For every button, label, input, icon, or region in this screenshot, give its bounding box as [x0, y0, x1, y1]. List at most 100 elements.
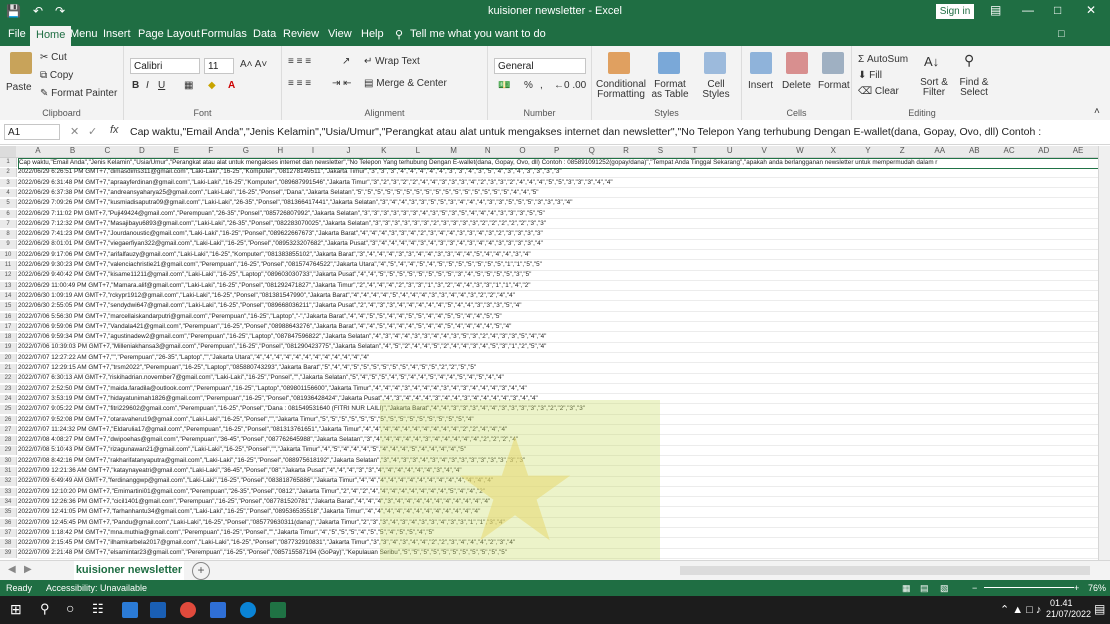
cell-a[interactable]: 2022/06/30 2:55:05 PM GMT+7,"sendydwi647…: [18, 302, 1098, 312]
cell-grid[interactable]: 1 Cap waktu,"Email Anda","Jenis Kelamin",…: [0, 158, 1098, 560]
copy-button[interactable]: ⧉ Copy: [40, 70, 73, 81]
cell-a[interactable]: 2022/07/08 8:42:16 PM GMT+7,"rakharifata…: [18, 457, 1098, 467]
merge-center-button[interactable]: ▤ Merge & Center: [364, 78, 447, 89]
comments-icon[interactable]: □: [1058, 28, 1065, 40]
cell-a[interactable]: 2022/07/09 2:21:48 PM GMT+7,"elsamintar2…: [18, 549, 1098, 559]
tab-menu[interactable]: Menu: [70, 28, 98, 40]
windows-start-icon[interactable]: ⊞: [10, 601, 22, 618]
column-header[interactable]: AE: [1073, 146, 1084, 155]
task-view-icon[interactable]: ☷: [92, 601, 104, 617]
delete-cells-button[interactable]: Delete: [782, 80, 811, 91]
column-header[interactable]: D: [139, 146, 145, 155]
sheet-tab[interactable]: kuisioner newsletter: [74, 561, 184, 582]
column-header[interactable]: C: [104, 146, 110, 155]
cell-a[interactable]: 2022/07/06 10:39:03 PM GMT+7,"Milleniakh…: [18, 343, 1098, 353]
column-header[interactable]: I: [312, 146, 314, 155]
row-number[interactable]: 37: [0, 528, 17, 538]
normal-view-icon[interactable]: ▦: [902, 580, 911, 596]
tab-page-layout[interactable]: Page Layout: [138, 28, 200, 40]
ribbon-display-icon[interactable]: ▤: [990, 3, 1001, 17]
cell-a[interactable]: 2022/06/29 7:41:23 PM GMT+7,"Jourdanoust…: [18, 230, 1098, 240]
font-color-icon[interactable]: A: [228, 80, 235, 91]
cell-a[interactable]: 2022/07/07 3:53:19 PM GMT+7,"hidayatunim…: [18, 395, 1098, 405]
row-number[interactable]: 36: [0, 518, 17, 528]
page-layout-view-icon[interactable]: ▤: [920, 580, 929, 596]
row-number[interactable]: 10: [0, 250, 17, 260]
row-number[interactable]: 33: [0, 487, 17, 497]
italic-button[interactable]: I: [146, 80, 149, 91]
row-number[interactable]: 29: [0, 446, 17, 455]
row-number[interactable]: 38: [0, 539, 17, 548]
vertical-scrollbar[interactable]: [1098, 146, 1110, 566]
clock-time[interactable]: 01.41: [1050, 598, 1073, 608]
column-header[interactable]: O: [519, 146, 525, 155]
minimize-icon[interactable]: —: [1022, 3, 1034, 17]
row-number[interactable]: 17: [0, 322, 17, 332]
cell-a[interactable]: 2022/07/09 12:45:45 PM GMT+7,"Pandu@gmai…: [18, 519, 1098, 529]
prev-sheet-icon[interactable]: ◀: [8, 564, 16, 575]
column-header[interactable]: X: [831, 146, 836, 155]
column-header[interactable]: W: [796, 146, 804, 155]
cancel-icon[interactable]: ✕: [70, 125, 79, 138]
cell-a[interactable]: 2022/07/06 5:56:30 PM GMT+7,"marcellaisk…: [18, 313, 1098, 323]
cell-a[interactable]: 2022/07/07 12:29:15 AM GMT+7,"trsm2022",…: [18, 364, 1098, 374]
number-format-select[interactable]: General: [494, 58, 586, 74]
column-header[interactable]: P: [554, 146, 559, 155]
row-number[interactable]: 14: [0, 291, 17, 301]
zoom-in-icon[interactable]: +: [1074, 580, 1079, 596]
chrome-icon[interactable]: [180, 602, 196, 618]
column-header[interactable]: B: [70, 146, 75, 155]
align-left-icon[interactable]: ≡ ≡ ≡: [288, 78, 311, 89]
sort-filter-button[interactable]: Sort & Filter: [914, 78, 954, 98]
column-header[interactable]: J: [347, 146, 351, 155]
column-header[interactable]: S: [658, 146, 663, 155]
cell-a[interactable]: 2022/07/09 12:21:36 AM GMT+7,"kataynayea…: [18, 467, 1098, 477]
row-number[interactable]: 25: [0, 405, 17, 414]
cell-a[interactable]: 2022/06/29 11:00:49 PM GMT+7,"Mamara.ali…: [18, 282, 1098, 292]
column-header[interactable]: Y: [865, 146, 870, 155]
row-number[interactable]: 32: [0, 477, 17, 486]
fill-color-icon[interactable]: ◆: [208, 80, 216, 91]
tab-insert[interactable]: Insert: [103, 28, 131, 40]
cell-a[interactable]: 2022/06/29 9:30:23 PM GMT+7,"valenciachr…: [18, 261, 1098, 271]
decimal-icon[interactable]: ←0 .00: [554, 80, 586, 91]
insert-cells-button[interactable]: Insert: [748, 80, 773, 91]
tab-help[interactable]: Help: [361, 28, 384, 40]
cell-a[interactable]: 2022/07/07 9:05:22 PM GMT+7,"fitri229602…: [18, 405, 1098, 415]
row-number[interactable]: 26: [0, 415, 17, 425]
tell-me-search[interactable]: Tell me what you want to do: [410, 28, 546, 40]
orientation-icon[interactable]: ↗: [342, 56, 350, 67]
font-name-select[interactable]: Calibri: [130, 58, 200, 74]
row-number[interactable]: 27: [0, 425, 17, 435]
sign-in-button[interactable]: Sign in: [936, 4, 974, 19]
zoom-out-icon[interactable]: −: [972, 580, 977, 596]
row-number[interactable]: 2: [0, 168, 17, 177]
column-header[interactable]: H: [277, 146, 283, 155]
clear-button[interactable]: ⌫ Clear: [858, 86, 899, 97]
zoom-slider[interactable]: [984, 587, 1074, 588]
cell-a[interactable]: 2022/06/29 7:12:32 PM GMT+7,"Masajibayu6…: [18, 220, 1098, 230]
cell-a[interactable]: Cap waktu,"Email Anda","Jenis Kelamin","…: [18, 158, 1098, 169]
wrap-text-button[interactable]: ↵ Wrap Text: [364, 56, 420, 67]
column-header[interactable]: AA: [934, 146, 945, 155]
app-icon-2[interactable]: [150, 602, 166, 618]
row-number[interactable]: 5: [0, 199, 17, 208]
formula-input[interactable]: Cap waktu,"Email Anda","Jenis Kelamin","…: [130, 124, 1100, 140]
row-number[interactable]: 12: [0, 271, 17, 280]
row-number[interactable]: 16: [0, 312, 17, 322]
cell-a[interactable]: 2022/07/06 9:59:06 PM GMT+7,"Vandala421@…: [18, 323, 1098, 333]
tab-data[interactable]: Data: [253, 28, 276, 40]
next-sheet-icon[interactable]: ▶: [24, 564, 32, 575]
paste-button[interactable]: Paste: [6, 82, 32, 93]
row-number[interactable]: 18: [0, 333, 17, 342]
row-number[interactable]: 21: [0, 364, 17, 373]
row-number[interactable]: 7: [0, 219, 17, 229]
cell-a[interactable]: 2022/07/08 5:10:43 PM GMT+7,"rizagunawan…: [18, 446, 1098, 456]
column-header[interactable]: Q: [589, 146, 595, 155]
cut-button[interactable]: ✂ Cut: [40, 52, 67, 63]
horizontal-scrollbar[interactable]: [680, 566, 1090, 575]
column-header[interactable]: A: [35, 146, 40, 155]
close-icon[interactable]: ✕: [1086, 3, 1096, 17]
row-number[interactable]: 4: [0, 188, 17, 198]
column-header[interactable]: AB: [969, 146, 980, 155]
